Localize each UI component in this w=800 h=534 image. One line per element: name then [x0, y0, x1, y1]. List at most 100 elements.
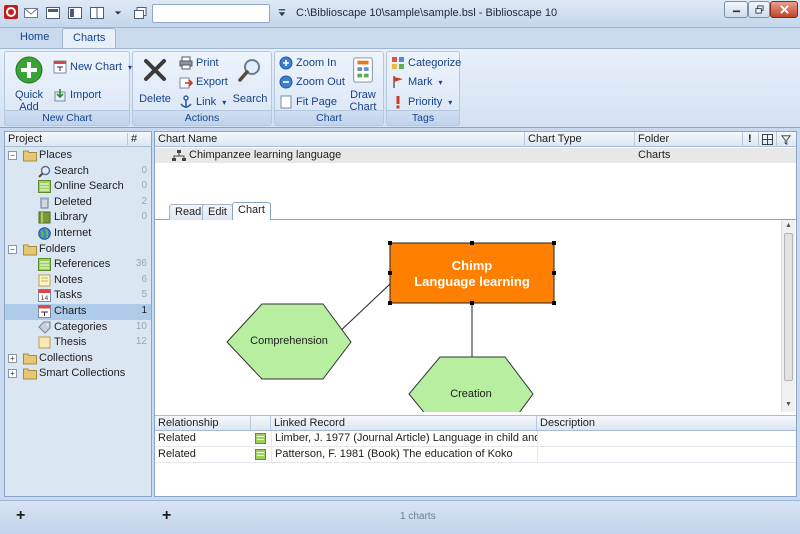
add-project-item-button[interactable]: + [16, 507, 25, 525]
sidebar-item-library[interactable]: Library 0 [5, 210, 151, 226]
sidebar-item-label: Online Search [54, 180, 124, 193]
item-count: 12 [135, 336, 147, 348]
print-button[interactable]: Print [179, 54, 219, 72]
hexagon-node[interactable] [408, 356, 534, 412]
item-count: 0 [141, 211, 147, 223]
sidebar-item-label: Thesis [54, 336, 87, 349]
delete-button[interactable]: Delete [137, 56, 173, 105]
vertical-scrollbar[interactable]: ▲ ▼ [781, 220, 795, 412]
table-row[interactable]: Related Patterson, F. 1981 (Book) The ed… [155, 447, 796, 463]
sidebar-item-thesis[interactable]: Thesis 12 [5, 335, 151, 351]
tab-chart[interactable]: Chart [232, 202, 271, 221]
item-count: 0 [141, 164, 147, 176]
sidebar-item-categories[interactable]: Categories 10 [5, 320, 151, 336]
sidebar-item-label: Library [54, 211, 88, 224]
column-chooser-icon[interactable] [759, 132, 777, 147]
linked-record-cell: Patterson, F. 1981 (Book) The education … [271, 447, 537, 463]
table-row[interactable]: Related Limber, J. 1977 (Journal Article… [155, 431, 796, 447]
customize-qat-icon[interactable] [276, 5, 288, 21]
relationship-cell: Related [158, 448, 196, 460]
column-description[interactable]: Description [537, 416, 796, 430]
new-chart-button[interactable]: New Chart ▾ [53, 58, 132, 76]
sidebar-item-internet[interactable]: Internet [5, 226, 151, 242]
zoom-out-icon [279, 75, 293, 89]
zoom-out-button[interactable]: Zoom Out [279, 73, 345, 91]
tab-home[interactable]: Home [10, 28, 59, 48]
column-linked-record[interactable]: Linked Record [271, 416, 537, 430]
sidebar-item-label: Internet [54, 227, 92, 239]
sidebar-item-notes[interactable]: Notes 6 [5, 273, 151, 289]
sidebar-item-places[interactable]: − Places [5, 148, 151, 164]
quick-search-input[interactable] [152, 4, 270, 23]
sidebar-item-label: Folders [39, 242, 76, 255]
trash-icon [38, 196, 51, 209]
selection-handle [552, 241, 556, 245]
email-icon[interactable] [22, 5, 40, 21]
column-record-type[interactable] [251, 416, 271, 430]
sidebar-item-search[interactable]: Search 0 [5, 164, 151, 180]
sidebar-item-tasks[interactable]: 14 Tasks 5 [5, 288, 151, 304]
scroll-up-icon[interactable]: ▲ [785, 222, 792, 229]
priority-button[interactable]: Priority ▾ [391, 93, 452, 111]
mark-button[interactable]: Mark ▾ [391, 73, 442, 91]
table-row[interactable]: Chimpanzee learning language Charts [155, 148, 796, 163]
tag-icon [38, 321, 51, 334]
column-relationship[interactable]: Relationship [155, 416, 251, 430]
sidebar-item-deleted[interactable]: Deleted 2 [5, 195, 151, 211]
add-chart-button[interactable]: + [162, 507, 171, 525]
chevron-down-icon: ▾ [438, 77, 443, 87]
sidebar-item-smart-collections[interactable]: + Smart Collections [5, 366, 151, 382]
quick-add-button[interactable]: Quick Add [9, 56, 49, 113]
restore-button[interactable] [748, 1, 770, 18]
priority-column-icon[interactable]: ! [743, 132, 759, 147]
tab-charts[interactable]: Charts [62, 28, 117, 49]
categorize-button[interactable]: Categorize [391, 54, 461, 72]
column-chart-name[interactable]: Chart Name [155, 132, 525, 147]
zoom-in-button[interactable]: Zoom In [279, 54, 336, 72]
sidebar-item-references[interactable]: References 36 [5, 257, 151, 273]
linked-record-cell: Limber, J. 1977 (Journal Article) Langua… [271, 431, 537, 447]
globe-icon [38, 227, 51, 240]
minimize-button[interactable] [724, 1, 748, 18]
column-folder[interactable]: Folder [635, 132, 743, 147]
view-layout-1-icon[interactable] [44, 5, 62, 21]
chart-canvas[interactable]: Chimp Language learning Comprehension Cr… [155, 220, 780, 412]
window-switch-icon[interactable] [132, 5, 150, 21]
export-button[interactable]: Export [179, 73, 228, 91]
app-logo-icon[interactable] [2, 3, 20, 21]
status-bar: + + 1 charts [0, 500, 800, 534]
group-new-chart: Quick Add New Chart ▾ Import New Chart [4, 51, 132, 126]
sidebar-item-online-search[interactable]: Online Search 0 [5, 179, 151, 195]
draw-chart-button[interactable]: Draw Chart [345, 56, 381, 113]
sidebar-item-charts[interactable]: Charts 1 [5, 304, 151, 320]
collapse-icon[interactable]: − [8, 244, 17, 254]
tab-edit[interactable]: Edit [202, 204, 233, 220]
new-chart-label: New Chart [70, 61, 122, 73]
scroll-down-icon[interactable]: ▼ [785, 401, 792, 408]
expand-icon[interactable]: + [8, 353, 17, 363]
qat-dropdown-icon[interactable] [112, 5, 124, 21]
view-layout-2-icon[interactable] [66, 5, 84, 21]
selection-handle [552, 301, 556, 305]
project-column-header[interactable]: Project [8, 133, 42, 145]
selection-handle [388, 241, 392, 245]
scroll-thumb[interactable] [784, 233, 793, 381]
expand-icon[interactable]: + [8, 369, 17, 379]
sidebar-item-label: Smart Collections [39, 367, 126, 380]
count-column-header[interactable]: # [127, 133, 151, 145]
collapse-icon[interactable]: − [8, 151, 17, 160]
sidebar-item-folders[interactable]: − Folders [5, 242, 151, 258]
sidebar-item-label: Search [54, 164, 89, 177]
filter-icon[interactable] [777, 132, 796, 147]
title-bar: C:\Biblioscape 10\sample\sample.bsl - Bi… [0, 0, 800, 28]
fit-page-button[interactable]: Fit Page [279, 93, 337, 111]
central-node-label: Chimp Language learning [390, 258, 554, 290]
link-button[interactable]: Link ▾ [179, 93, 226, 111]
project-tree-header: Project # [5, 132, 151, 147]
sidebar-item-collections[interactable]: + Collections [5, 351, 151, 367]
view-layout-3-icon[interactable] [88, 5, 106, 21]
column-chart-type[interactable]: Chart Type [525, 132, 635, 147]
search-button[interactable]: Search [231, 56, 269, 105]
import-button[interactable]: Import [53, 86, 101, 104]
close-button[interactable] [770, 1, 798, 18]
